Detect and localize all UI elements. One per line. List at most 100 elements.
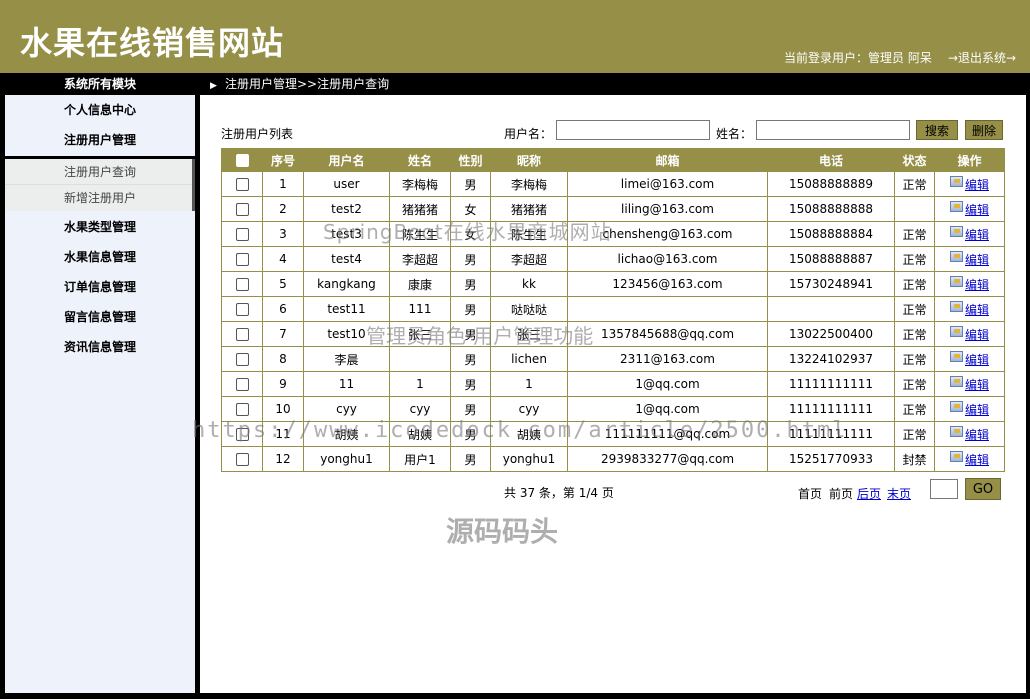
row-actions: 编辑 (934, 446, 1005, 472)
sidebar-item-profile[interactable]: 个人信息中心 (5, 95, 195, 125)
edit-link[interactable]: 编辑 (965, 278, 989, 292)
row-checkbox[interactable] (235, 328, 249, 341)
row-gender: 男 (450, 271, 491, 297)
edit-link[interactable]: 编辑 (965, 203, 989, 217)
row-phone: 15088888889 (767, 171, 895, 197)
edit-button[interactable]: 编辑 (949, 225, 989, 243)
sidebar-item-fruit-info[interactable]: 水果信息管理 (5, 242, 195, 272)
row-nickname: 1 (490, 371, 568, 397)
edit-button[interactable]: 编辑 (949, 425, 989, 443)
row-checkbox[interactable] (235, 453, 249, 466)
row-phone: 15088888887 (767, 246, 895, 272)
page-number-input[interactable] (930, 479, 958, 499)
row-actions: 编辑 (934, 271, 1005, 297)
go-button[interactable]: GO (965, 478, 1001, 500)
edit-icon (949, 325, 963, 337)
edit-button[interactable]: 编辑 (949, 300, 989, 318)
logout-link[interactable]: →退出系统→ (948, 49, 1016, 66)
row-actions: 编辑 (934, 221, 1005, 247)
row-checkbox[interactable] (235, 353, 249, 366)
row-email: 1@qq.com (567, 396, 768, 422)
table-row: 10 cyy cyy 男 cyy 1@qq.com 11111111111 正常 编辑 (221, 396, 1005, 422)
edit-button[interactable]: 编辑 (949, 350, 989, 368)
edit-link[interactable]: 编辑 (965, 353, 989, 367)
edit-link[interactable]: 编辑 (965, 178, 989, 192)
row-checkbox[interactable] (235, 403, 249, 416)
row-name: 陈生生 (389, 221, 451, 247)
edit-button[interactable]: 编辑 (949, 400, 989, 418)
username-search-input[interactable] (556, 120, 710, 140)
row-checkbox[interactable] (235, 203, 249, 216)
edit-link[interactable]: 编辑 (965, 453, 989, 467)
first-page-link[interactable]: 首页 (798, 485, 822, 502)
row-username: 李晨 (303, 346, 390, 372)
edit-link[interactable]: 编辑 (965, 228, 989, 242)
sidebar-subitem-user-query[interactable]: 注册用户查询 (5, 159, 192, 185)
next-page-link[interactable]: 后页 (857, 485, 881, 502)
search-button[interactable]: 搜索 (916, 120, 958, 140)
row-email: limei@163.com (567, 171, 768, 197)
row-checkbox[interactable] (235, 253, 249, 266)
edit-button[interactable]: 编辑 (949, 175, 989, 193)
edit-icon (949, 200, 963, 212)
select-all-checkbox[interactable] (235, 154, 249, 167)
edit-link[interactable]: 编辑 (965, 328, 989, 342)
row-phone: 11111111111 (767, 371, 895, 397)
edit-button[interactable]: 编辑 (949, 200, 989, 218)
row-select-cell (221, 421, 263, 447)
row-nickname: 李梅梅 (490, 171, 568, 197)
sidebar-item-user-management[interactable]: 注册用户管理 (5, 125, 195, 155)
row-email: lichao@163.com (567, 246, 768, 272)
row-select-cell (221, 221, 263, 247)
sidebar-item-orders[interactable]: 订单信息管理 (5, 272, 195, 302)
edit-link[interactable]: 编辑 (965, 378, 989, 392)
edit-button[interactable]: 编辑 (949, 250, 989, 268)
row-phone: 15251770933 (767, 446, 895, 472)
row-index: 2 (262, 196, 304, 222)
row-checkbox[interactable] (235, 178, 249, 191)
table-row: 11 胡姨 胡姨男胡姨 111111111@qq.com 11111111111 正常 编辑 (221, 421, 1005, 447)
sidebar-subitem-add-user[interactable]: 新增注册用户 (5, 185, 192, 211)
edit-button[interactable]: 编辑 (949, 275, 989, 293)
column-header: 序号 (262, 148, 304, 172)
row-index: 12 (262, 446, 304, 472)
row-checkbox[interactable] (235, 228, 249, 241)
column-header: 昵称 (490, 148, 568, 172)
row-index: 9 (262, 371, 304, 397)
table-body: 1 user 李梅梅男李梅梅 limei@163.com 15088888889 正常 编辑… (221, 171, 1005, 472)
sidebar-item-fruit-type[interactable]: 水果类型管理 (5, 212, 195, 242)
row-status: 正常 (894, 296, 935, 322)
row-index: 4 (262, 246, 304, 272)
row-phone: 11111111111 (767, 421, 895, 447)
row-checkbox[interactable] (235, 428, 249, 441)
edit-link[interactable]: 编辑 (965, 253, 989, 267)
row-actions: 编辑 (934, 196, 1005, 222)
edit-button[interactable]: 编辑 (949, 325, 989, 343)
name-search-input[interactable] (756, 120, 910, 140)
edit-link[interactable]: 编辑 (965, 303, 989, 317)
sidebar-item-news[interactable]: 资讯信息管理 (5, 332, 195, 362)
row-username: 胡姨 (303, 421, 390, 447)
row-status: 正常 (894, 246, 935, 272)
edit-link[interactable]: 编辑 (965, 428, 989, 442)
delete-button[interactable]: 删除 (965, 120, 1003, 140)
row-checkbox[interactable] (235, 378, 249, 391)
row-username: test4 (303, 246, 390, 272)
edit-button[interactable]: 编辑 (949, 375, 989, 393)
prev-page-link[interactable]: 前页 (829, 485, 853, 502)
edit-link[interactable]: 编辑 (965, 403, 989, 417)
row-checkbox[interactable] (235, 278, 249, 291)
row-email: 123456@163.com (567, 271, 768, 297)
row-select-cell (221, 296, 263, 322)
sidebar-item-messages[interactable]: 留言信息管理 (5, 302, 195, 332)
row-status: 正常 (894, 396, 935, 422)
row-name: 用户1 (389, 446, 451, 472)
list-title: 注册用户列表 (221, 127, 294, 141)
last-page-link[interactable]: 末页 (887, 485, 911, 502)
row-checkbox[interactable] (235, 303, 249, 316)
row-username: test10 (303, 321, 390, 347)
row-gender: 男 (450, 246, 491, 272)
table-row: 5 kangkang 康康男 kk 123456@163.com 15730248941 正… (221, 271, 1005, 297)
edit-button[interactable]: 编辑 (949, 450, 989, 468)
row-gender: 男 (450, 421, 491, 447)
